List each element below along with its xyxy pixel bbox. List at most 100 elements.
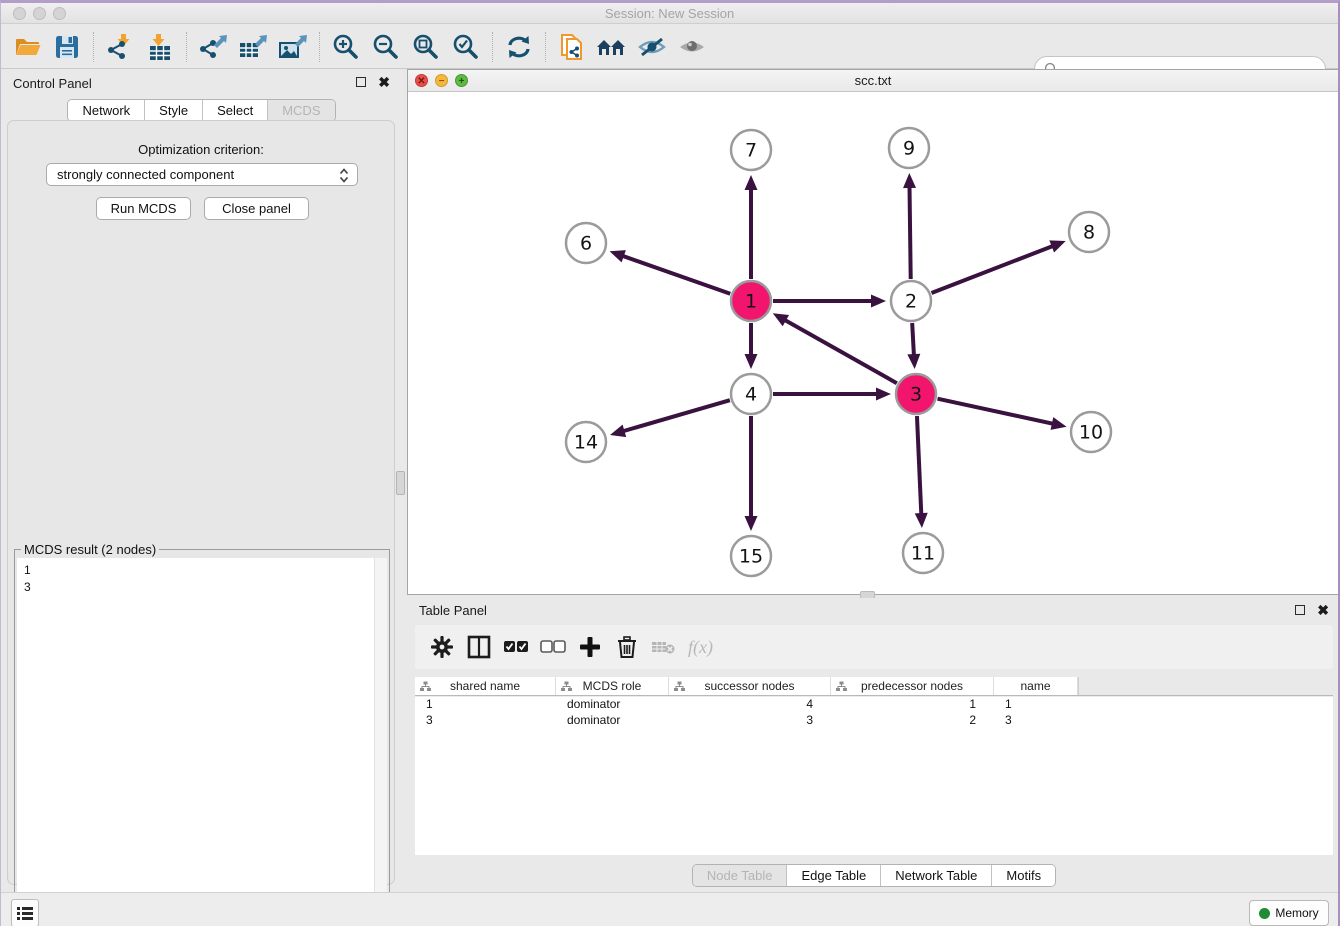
graph-arrowhead xyxy=(903,173,916,188)
export-network-icon xyxy=(198,33,228,61)
mcds-result-box: MCDS result (2 nodes) 13 xyxy=(14,549,390,926)
graph-arrowhead xyxy=(610,250,626,262)
table-cell: 3 xyxy=(669,712,831,728)
table-cell: 1 xyxy=(994,696,1078,712)
memory-button[interactable]: Memory xyxy=(1249,900,1329,926)
panel-splitter-handle[interactable] xyxy=(396,471,405,495)
tree-icon xyxy=(674,681,685,692)
import-table-button[interactable] xyxy=(140,30,180,64)
task-history-button[interactable] xyxy=(11,899,39,926)
save-floppy-icon xyxy=(54,34,80,60)
graph-edge-1-6[interactable] xyxy=(622,256,730,294)
network-file-icon xyxy=(558,32,586,62)
save-session-button[interactable] xyxy=(47,30,87,64)
table-cell: 3 xyxy=(994,712,1078,728)
tab-network-table[interactable]: Network Table xyxy=(881,865,992,886)
column-header-predecessor-nodes[interactable]: predecessor nodes xyxy=(831,677,994,695)
graph-edge-2-8[interactable] xyxy=(932,246,1054,293)
show-columns-button[interactable] xyxy=(460,630,497,664)
criterion-dropdown[interactable]: strongly connected component xyxy=(46,163,358,186)
zoom-in-button[interactable] xyxy=(326,30,366,64)
result-scrollbar[interactable] xyxy=(374,558,387,924)
zoom-out-button[interactable] xyxy=(366,30,406,64)
graph-edge-3-11[interactable] xyxy=(917,416,921,515)
first-neighbors-button[interactable] xyxy=(592,30,632,64)
close-panel-icon[interactable]: ✖ xyxy=(378,77,390,87)
open-folder-icon xyxy=(13,34,41,60)
table-panel: Table Panel ✖ xyxy=(407,598,1340,891)
graph-arrowhead xyxy=(745,516,758,531)
network-window-titlebar[interactable]: ✕ − + scc.txt xyxy=(408,70,1338,92)
title-bar: Session: New Session xyxy=(1,3,1338,24)
graph-edge-3-1[interactable] xyxy=(784,320,897,384)
checked-boxes-icon xyxy=(503,640,529,654)
mcds-result-line: 1 xyxy=(24,562,387,579)
graph-edge-2-3[interactable] xyxy=(912,323,914,356)
gear-icon xyxy=(430,635,454,659)
show-all-button[interactable] xyxy=(672,30,712,64)
graph-node-label-8: 8 xyxy=(1083,222,1095,244)
tab-network[interactable]: Network xyxy=(68,100,145,121)
export-image-icon xyxy=(278,33,308,61)
window-title: Session: New Session xyxy=(1,6,1338,21)
close-table-panel-icon[interactable]: ✖ xyxy=(1317,605,1329,615)
import-table-icon xyxy=(146,33,174,61)
clone-network-button[interactable] xyxy=(552,30,592,64)
export-network-button[interactable] xyxy=(193,30,233,64)
graph-edge-3-10[interactable] xyxy=(937,399,1053,424)
column-header-name[interactable]: name xyxy=(994,677,1078,695)
table-cell: 4 xyxy=(669,696,831,712)
deselect-all-button[interactable] xyxy=(534,630,571,664)
close-panel-button[interactable]: Close panel xyxy=(204,197,309,220)
tab-select[interactable]: Select xyxy=(203,100,268,121)
graph-node-label-11: 11 xyxy=(911,543,935,565)
float-table-panel-icon[interactable] xyxy=(1295,605,1305,615)
table-settings-button[interactable] xyxy=(423,630,460,664)
tab-edge-table[interactable]: Edge Table xyxy=(787,865,881,886)
create-column-button[interactable] xyxy=(571,630,608,664)
network-graph-canvas[interactable]: 1234678910111415 xyxy=(408,92,1338,594)
eye-icon xyxy=(677,34,707,60)
toolbar-separator xyxy=(492,32,493,62)
column-header-successor-nodes[interactable]: successor nodes xyxy=(669,677,831,695)
toolbar-separator xyxy=(319,32,320,62)
run-mcds-button[interactable]: Run MCDS xyxy=(96,197,191,220)
column-header-shared-name[interactable]: shared name xyxy=(415,677,556,695)
graph-node-label-7: 7 xyxy=(745,140,757,162)
apply-layout-button[interactable] xyxy=(499,30,539,64)
graph-edge-4-14[interactable] xyxy=(622,400,729,431)
graph-node-label-1: 1 xyxy=(745,291,757,313)
tab-style[interactable]: Style xyxy=(145,100,203,121)
tree-icon xyxy=(561,681,572,692)
graph-edge-2-9[interactable] xyxy=(909,186,910,279)
table-cell: dominator xyxy=(556,712,669,728)
column-header-MCDS-role[interactable]: MCDS role xyxy=(556,677,669,695)
graph-arrowhead xyxy=(1049,240,1065,252)
open-session-button[interactable] xyxy=(7,30,47,64)
mcds-result-list[interactable]: 13 xyxy=(17,558,387,924)
graph-node-label-4: 4 xyxy=(745,384,757,406)
graph-node-label-15: 15 xyxy=(739,546,763,568)
select-all-button[interactable] xyxy=(497,630,534,664)
table-cell: 2 xyxy=(831,712,994,728)
graph-arrowhead xyxy=(915,513,928,528)
delete-column-button[interactable] xyxy=(608,630,645,664)
import-network-button[interactable] xyxy=(100,30,140,64)
float-panel-icon[interactable] xyxy=(356,77,366,87)
graph-arrowhead xyxy=(871,295,886,308)
table-row[interactable]: 3dominator323 xyxy=(415,712,1333,728)
hide-selected-button[interactable] xyxy=(632,30,672,64)
refresh-icon xyxy=(505,33,533,61)
tab-mcds[interactable]: MCDS xyxy=(268,100,334,121)
tab-node-table[interactable]: Node Table xyxy=(693,865,788,886)
node-table-body: 1dominator4113dominator323 xyxy=(415,696,1333,728)
control-panel: Control Panel ✖ NetworkStyleSelectMCDS O… xyxy=(1,69,402,891)
table-panel-tabs: Node TableEdge TableNetwork TableMotifs xyxy=(407,864,1340,887)
control-panel-header: Control Panel ✖ xyxy=(1,69,402,97)
zoom-selected-button[interactable] xyxy=(446,30,486,64)
export-image-button[interactable] xyxy=(273,30,313,64)
table-row[interactable]: 1dominator411 xyxy=(415,696,1333,712)
tab-motifs[interactable]: Motifs xyxy=(992,865,1055,886)
zoom-fit-button[interactable] xyxy=(406,30,446,64)
export-table-button[interactable] xyxy=(233,30,273,64)
